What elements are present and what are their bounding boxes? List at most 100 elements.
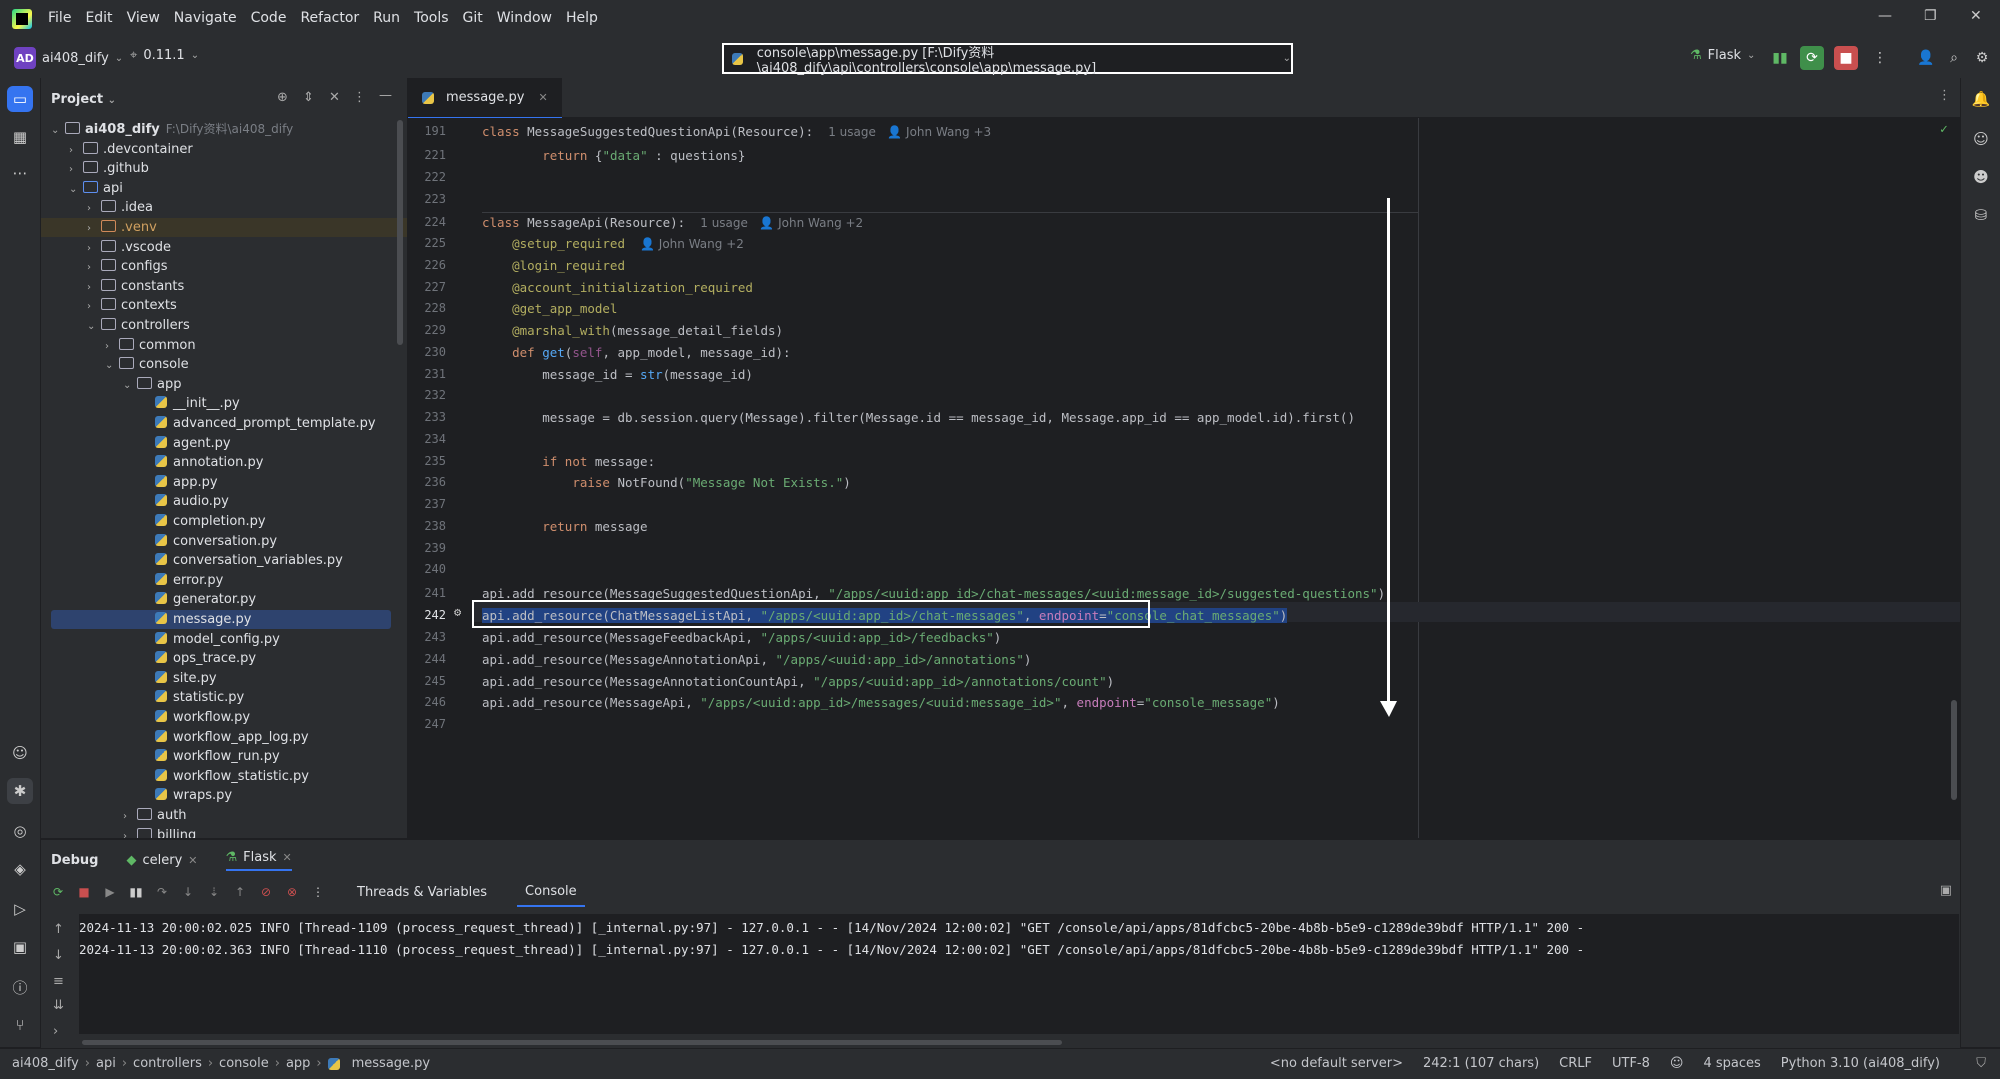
project-panel-header[interactable]: Project ⌄	[51, 92, 116, 107]
rerun-icon[interactable]: ⟳	[49, 883, 67, 901]
terminal-icon[interactable]: ▣	[7, 934, 33, 960]
more-icon[interactable]: ⋮	[1868, 46, 1892, 70]
tree-item[interactable]: agent.py	[41, 434, 407, 453]
tree-item[interactable]: › auth	[41, 806, 407, 825]
tree-item[interactable]: error.py	[41, 571, 407, 590]
tab-console[interactable]: Console	[517, 878, 585, 907]
tree-item[interactable]: advanced_prompt_template.py	[41, 414, 407, 433]
menu-item-window[interactable]: Window	[497, 10, 552, 26]
view-breakpoints-icon[interactable]: ⊘	[257, 883, 275, 901]
scroll-up-icon[interactable]: ↑	[53, 922, 64, 937]
tree-item[interactable]: › constants	[41, 277, 407, 296]
tree-item[interactable]: __init__.py	[41, 394, 407, 413]
session-tab-celery[interactable]: ◆ celery ✕	[126, 853, 197, 868]
tree-item[interactable]: conversation_variables.py	[41, 551, 407, 570]
scroll-to-end-icon[interactable]: ⇊	[53, 998, 64, 1013]
file-encoding[interactable]: UTF-8	[1612, 1056, 1650, 1071]
close-tab-icon[interactable]: ✕	[539, 91, 548, 104]
step-into-my-code-icon[interactable]: ⇣	[205, 883, 223, 901]
collapse-all-icon[interactable]: ✕	[329, 90, 340, 105]
menu-item-code[interactable]: Code	[251, 10, 287, 26]
tree-item[interactable]: › contexts	[41, 296, 407, 315]
mute-breakpoints-icon[interactable]: ⊗	[283, 883, 301, 901]
tree-item[interactable]: › .vscode	[41, 238, 407, 257]
tree-item[interactable]: completion.py	[41, 512, 407, 531]
tree-item[interactable]: generator.py	[41, 590, 407, 609]
console-h-scrollbar[interactable]	[82, 1040, 1062, 1045]
tree-item[interactable]: app.py	[41, 473, 407, 492]
stop-icon[interactable]: ■	[75, 883, 93, 901]
close-button[interactable]: ✕	[1970, 8, 1982, 24]
project-switcher[interactable]: AD ai408_dify ⌄	[14, 47, 123, 69]
tree-item[interactable]: ⌄ console	[41, 355, 407, 374]
editor-options-icon[interactable]: ⋮	[1938, 88, 1951, 103]
tab-message-py[interactable]: message.py ✕	[408, 78, 562, 119]
run-config-selector[interactable]: ⚗ Flask ⌄	[1690, 48, 1755, 63]
indent-setting[interactable]: 4 spaces	[1703, 1056, 1760, 1071]
menu-item-git[interactable]: Git	[463, 10, 483, 26]
tree-item[interactable]: ⌄ app	[41, 375, 407, 394]
line-separator[interactable]: CRLF	[1559, 1056, 1592, 1071]
tree-item[interactable]: model_config.py	[41, 630, 407, 649]
tree-item[interactable]: message.py	[51, 610, 391, 629]
more-icon[interactable]: ⋮	[309, 883, 327, 901]
tree-item[interactable]: › billing	[41, 826, 407, 838]
expand-icon[interactable]: ›	[53, 1024, 58, 1039]
server-widget[interactable]: <no default server>	[1270, 1056, 1403, 1071]
layout-icon[interactable]: ▣	[1940, 883, 1952, 898]
soft-wrap-icon[interactable]: ≡	[53, 974, 64, 989]
tree-item[interactable]: statistic.py	[41, 688, 407, 707]
close-tab-icon[interactable]: ✕	[188, 854, 197, 867]
breadcrumb-item[interactable]: controllers	[133, 1056, 202, 1071]
restore-button[interactable]: ❐	[1924, 8, 1937, 24]
tree-item[interactable]: conversation.py	[41, 532, 407, 551]
tree-item[interactable]: › .devcontainer	[41, 140, 407, 159]
menu-item-tools[interactable]: Tools	[414, 10, 449, 26]
services-icon[interactable]: ☺	[7, 740, 33, 766]
breadcrumb-item[interactable]: ai408_dify	[12, 1056, 79, 1071]
session-tab-flask[interactable]: ⚗ Flask ✕	[225, 850, 292, 871]
stop-button[interactable]: ■	[1834, 46, 1858, 70]
locate-icon[interactable]: ⊕	[277, 90, 288, 105]
breadcrumb-item[interactable]: message.py	[352, 1056, 431, 1071]
step-into-icon[interactable]: ↓	[179, 883, 197, 901]
copilot-icon[interactable]: ☻	[1968, 164, 1994, 190]
layers-icon[interactable]: ◈	[7, 856, 33, 882]
tree-item[interactable]: workflow.py	[41, 708, 407, 727]
close-tab-icon[interactable]: ✕	[283, 851, 292, 864]
tab-threads-variables[interactable]: Threads & Variables	[357, 885, 487, 900]
menu-item-run[interactable]: Run	[373, 10, 400, 26]
database-icon[interactable]: ⛁	[1968, 202, 1994, 228]
scroll-down-icon[interactable]: ↓	[53, 948, 64, 963]
notifications-icon[interactable]: 🔔	[1968, 86, 1994, 112]
problems-icon[interactable]: ⓘ	[7, 974, 33, 1000]
console-output[interactable]: 2024-11-13 20:00:02.025 INFO [Thread-110…	[79, 914, 1959, 1034]
tree-item[interactable]: › .idea	[41, 198, 407, 217]
tree-item[interactable]: workflow_run.py	[41, 747, 407, 766]
hide-panel-icon[interactable]: —	[379, 88, 392, 103]
python-interpreter[interactable]: Python 3.10 (ai408_dify)	[1781, 1056, 1940, 1071]
tree-item[interactable]: ⌄ api	[41, 179, 407, 198]
menu-item-view[interactable]: View	[127, 10, 160, 26]
breadcrumb-item[interactable]: console	[219, 1056, 269, 1071]
python-console-icon[interactable]: ◎	[7, 818, 33, 844]
menu-item-refactor[interactable]: Refactor	[300, 10, 359, 26]
breadcrumb-item[interactable]: app	[286, 1056, 310, 1071]
tree-item[interactable]: site.py	[41, 669, 407, 688]
step-over-icon[interactable]: ↷	[153, 883, 171, 901]
add-user-icon[interactable]: 👤	[1914, 46, 1938, 70]
structure-icon[interactable]: ▦	[7, 124, 33, 150]
menu-item-edit[interactable]: Edit	[85, 10, 112, 26]
gutter-debug-icon[interactable]: ⚙	[454, 605, 461, 619]
menu-item-navigate[interactable]: Navigate	[174, 10, 237, 26]
step-out-icon[interactable]: ↑	[231, 883, 249, 901]
lock-icon[interactable]: ⛉	[1976, 1056, 1986, 1071]
editor-scrollbar[interactable]	[1951, 700, 1957, 800]
more-tools-icon[interactable]: ⋯	[7, 160, 33, 186]
debug-icon[interactable]: ✱	[7, 778, 33, 804]
tree-item[interactable]: ops_trace.py	[41, 649, 407, 668]
settings-icon[interactable]: ⚙	[1970, 46, 1994, 70]
project-folder-icon[interactable]: ▭	[7, 86, 33, 112]
menu-item-help[interactable]: Help	[566, 10, 598, 26]
tree-item[interactable]: workflow_statistic.py	[41, 767, 407, 786]
